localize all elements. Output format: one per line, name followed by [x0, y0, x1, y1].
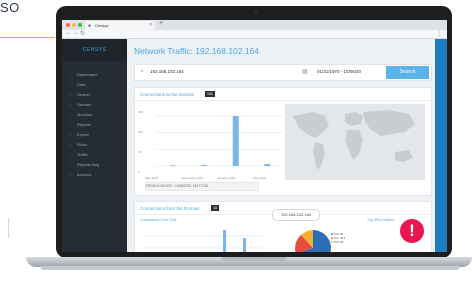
sidebar-item-label: Reports — [77, 122, 92, 127]
search-icon: ○ — [69, 92, 72, 97]
new-tab-button[interactable]: + — [159, 20, 163, 27]
data-icon: ○ — [69, 82, 72, 87]
laptop-screen: ● Censys × + ← → ↻ ⋮ CENSYS ○ Dashboard ○ D… — [62, 20, 447, 252]
laptop-shadow — [40, 266, 460, 270]
bug-icon: ○ — [69, 162, 72, 167]
bar — [169, 165, 176, 166]
search-icon: ⌕ — [140, 68, 144, 75]
forward-icon[interactable]: → — [73, 30, 79, 36]
search-input[interactable]: 192.168.102.164 — [150, 69, 184, 74]
card-title: Connections from the Domain — [140, 206, 200, 211]
sidebar-item[interactable]: ○ Reports Bug — [62, 161, 127, 169]
sidebar-item-label: Reports Bug — [77, 162, 100, 167]
sidebar-item[interactable]: ○ Traffic — [62, 151, 127, 159]
x-tick-label: May 2019 — [145, 176, 159, 180]
sidebar-item[interactable]: ○ Dashboard — [62, 71, 127, 79]
legend-item: Port 53 — [333, 240, 344, 244]
sidebar-item[interactable]: ○ Rules — [62, 141, 127, 149]
y-tick-label: 0 — [138, 170, 140, 174]
sidebar-item[interactable]: ○ Search — [62, 91, 127, 99]
search-button[interactable]: Search — [386, 66, 429, 79]
card-title: Connections to the Domain — [140, 92, 195, 97]
bar — [232, 116, 239, 166]
sidebar: CENSYS ○ Dashboard ○ Data ○ Search ○ Devices ○ Mo… — [62, 39, 127, 252]
account-icon: ○ — [69, 172, 72, 177]
sidebar-item[interactable]: ○ Devices — [62, 101, 127, 109]
top-urls-subtitle: Top URLs Visited — [367, 218, 394, 222]
corner-accent-line — [0, 37, 55, 38]
minimize-window-dot[interactable] — [72, 23, 76, 27]
connections-to-card: Connections to the Domain 163 150 100 50 0 … — [134, 87, 432, 196]
sidebar-item[interactable]: ○ Modules — [62, 111, 127, 119]
pie-legend: ■ Port 80 ■ Port 443 ■ Port 53 — [331, 232, 345, 244]
card-footer: FROM 01/31/1970 - 10/06/2020, 163 TOTAL — [145, 182, 259, 191]
bar — [264, 164, 271, 166]
sidebar-item-label: Modules — [77, 112, 93, 117]
reports-icon: ○ — [69, 122, 72, 127]
back-icon[interactable]: ← — [66, 30, 72, 36]
tab-close-icon[interactable]: × — [149, 22, 152, 28]
app-logo: CENSYS — [62, 39, 127, 61]
browser-tab[interactable]: ● Censys × — [85, 21, 155, 30]
sidebar-item-label: Account — [77, 172, 92, 177]
globe-icon: ● — [88, 23, 92, 29]
sidebar-item-label: Devices — [77, 102, 92, 107]
sidebar-item[interactable]: ○ Export — [62, 131, 127, 139]
sidebar-item-label: Traffic — [77, 152, 88, 157]
alert-icon[interactable]: ! — [400, 219, 424, 243]
connections-subtitle: Connections Over Time — [140, 218, 177, 222]
decorative-line — [8, 218, 9, 238]
browser-address-bar: ← → ↻ ⋮ — [62, 30, 447, 39]
bar — [201, 165, 208, 166]
corner-heading-text: SO — [0, 0, 20, 15]
right-sidebar-strip — [435, 39, 447, 252]
y-tick-label: 50 — [138, 150, 142, 154]
sidebar-item[interactable]: ○ Data — [62, 81, 127, 89]
y-tick-label: 100 — [138, 130, 144, 134]
ports-pie-chart — [295, 230, 331, 252]
x-tick-label: January 2020 — [217, 176, 236, 180]
sidebar-item-label: Search — [77, 92, 90, 97]
rules-icon: ○ — [69, 142, 72, 147]
search-bar: ⌕ 192.168.102.164 ▦ 01/31/1970 - 10/06/2… — [134, 64, 432, 81]
close-window-dot[interactable] — [66, 23, 70, 27]
sidebar-item[interactable]: ○ Reports — [62, 121, 127, 129]
browser-tab-bar: ● Censys × + — [62, 20, 447, 30]
sidebar-item-label: Export — [77, 132, 89, 137]
calendar-icon: ▦ — [302, 69, 308, 75]
world-map — [285, 104, 425, 180]
sidebar-item-label: Rules — [77, 142, 88, 147]
reload-icon[interactable]: ↻ — [80, 30, 85, 37]
connections-bar-chart — [155, 115, 283, 167]
count-badge: 18 — [211, 205, 219, 211]
laptop-notch — [221, 257, 287, 261]
traffic-icon: ○ — [69, 152, 72, 157]
x-tick-label: May 2020 — [253, 176, 267, 180]
export-icon: ○ — [69, 132, 72, 137]
maximize-window-dot[interactable] — [78, 23, 82, 27]
x-tick-label: September 2019 — [181, 176, 204, 180]
devices-icon: ○ — [69, 102, 72, 107]
dashboard-icon: ○ — [69, 72, 72, 77]
sidebar-item[interactable]: ○ Account — [62, 171, 127, 179]
count-badge: 163 — [205, 91, 215, 97]
sidebar-item-label: Data — [77, 82, 86, 87]
ip-address-pill[interactable]: 192.168.102.164 — [272, 209, 320, 221]
sidebar-item-label: Dashboard — [77, 72, 97, 77]
tab-title: Censys — [95, 23, 109, 28]
y-tick-label: 150 — [138, 110, 144, 114]
mini-line-chart — [143, 230, 263, 252]
modules-icon: ○ — [69, 112, 72, 117]
menu-icon[interactable]: ⋮ — [436, 30, 442, 37]
date-range-input[interactable]: 01/31/1970 - 10/06/20 — [317, 69, 361, 74]
page-title: Network Traffic: 192.168.102.164 — [134, 46, 260, 56]
camera-dot — [254, 11, 258, 15]
card-divider — [135, 100, 431, 101]
